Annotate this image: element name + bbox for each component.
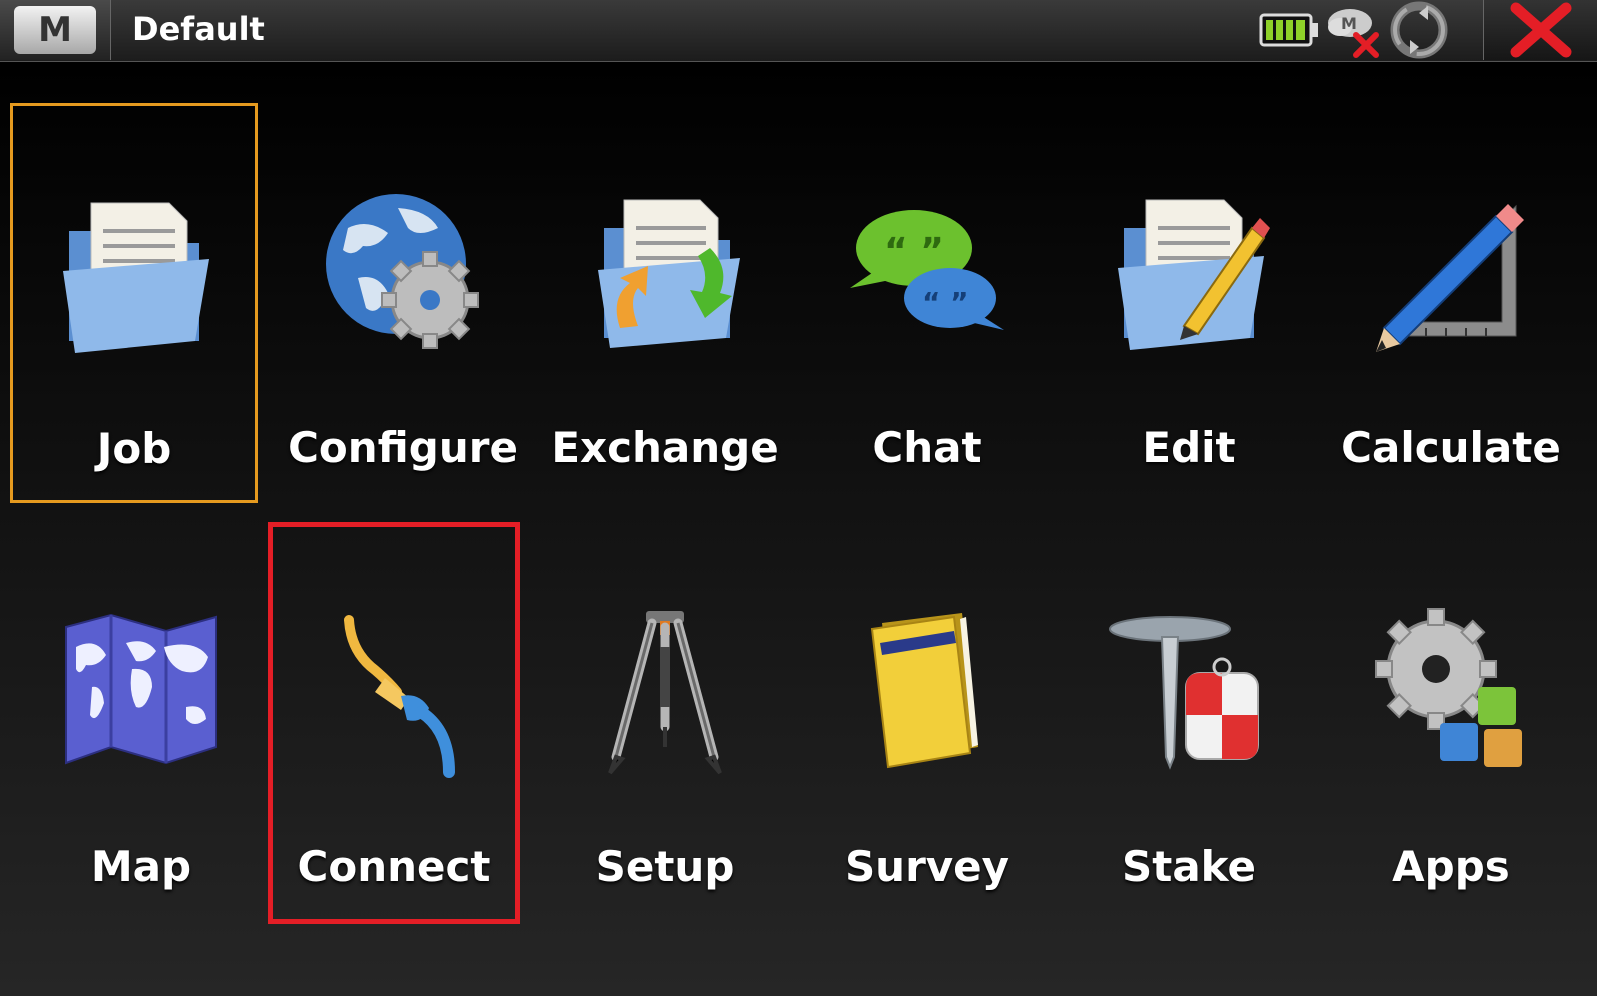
gear-blocks-icon xyxy=(1375,608,1522,767)
tile-label: Edit xyxy=(1142,423,1236,472)
tile-label: Calculate xyxy=(1341,423,1561,472)
stake-target-icon xyxy=(1109,616,1259,770)
tile-label: Setup xyxy=(595,842,735,891)
main-menu-button[interactable]: M xyxy=(0,0,111,60)
tile-setup[interactable]: Setup xyxy=(534,522,796,926)
tile-label: Configure xyxy=(288,423,518,472)
m-logo-icon: M xyxy=(14,6,96,54)
tile-label: Apps xyxy=(1392,842,1510,891)
tile-label: Job xyxy=(96,424,172,473)
tile-calculate[interactable]: Calculate xyxy=(1320,103,1582,507)
close-icon xyxy=(1510,2,1572,58)
tile-label: Exchange xyxy=(551,423,779,472)
tile-label: Map xyxy=(90,842,192,891)
folder-document-icon xyxy=(63,202,209,353)
tile-job[interactable]: Job xyxy=(10,103,258,503)
tile-label: Survey xyxy=(844,842,1010,891)
folder-pencil-icon xyxy=(1118,199,1270,350)
tile-stake[interactable]: Stake xyxy=(1058,522,1320,926)
cable-connector-icon xyxy=(344,615,455,778)
tripod-icon xyxy=(608,611,722,775)
title-bar: M Default M xyxy=(0,0,1597,62)
tile-survey[interactable]: Survey xyxy=(796,522,1058,926)
window-title: Default xyxy=(132,10,265,48)
svg-text:“ ”: “ ” xyxy=(922,286,969,319)
tile-exchange[interactable]: Exchange xyxy=(534,103,796,507)
field-book-icon xyxy=(870,613,978,769)
tile-chat[interactable]: “ ” “ ” Chat xyxy=(796,103,1058,507)
globe-gear-icon xyxy=(326,194,479,349)
tile-apps[interactable]: Apps xyxy=(1320,522,1582,926)
battery-icon[interactable] xyxy=(1258,0,1320,60)
tile-label: Connect xyxy=(297,842,491,891)
sync-icon[interactable] xyxy=(1388,0,1450,60)
pencil-ruler-icon xyxy=(1376,204,1524,352)
svg-text:M: M xyxy=(1341,14,1357,33)
tile-configure[interactable]: Configure xyxy=(272,103,534,507)
app-launcher-grid: Job Configure Exchange “ ” “ ” Chat Edit… xyxy=(0,62,1597,996)
tile-label: Stake xyxy=(1122,842,1256,891)
world-map-icon xyxy=(65,613,217,765)
tile-connect[interactable]: Connect xyxy=(268,522,520,924)
folder-exchange-icon xyxy=(598,199,740,348)
svg-text:“ ”: “ ” xyxy=(884,231,944,272)
tile-edit[interactable]: Edit xyxy=(1058,103,1320,507)
chat-bubbles-icon: “ ” “ ” xyxy=(850,210,1004,330)
close-button[interactable] xyxy=(1483,0,1597,60)
cloud-disconnected-icon[interactable]: M xyxy=(1324,0,1384,60)
tile-label: Chat xyxy=(872,423,982,472)
tile-map[interactable]: Map xyxy=(10,522,272,926)
